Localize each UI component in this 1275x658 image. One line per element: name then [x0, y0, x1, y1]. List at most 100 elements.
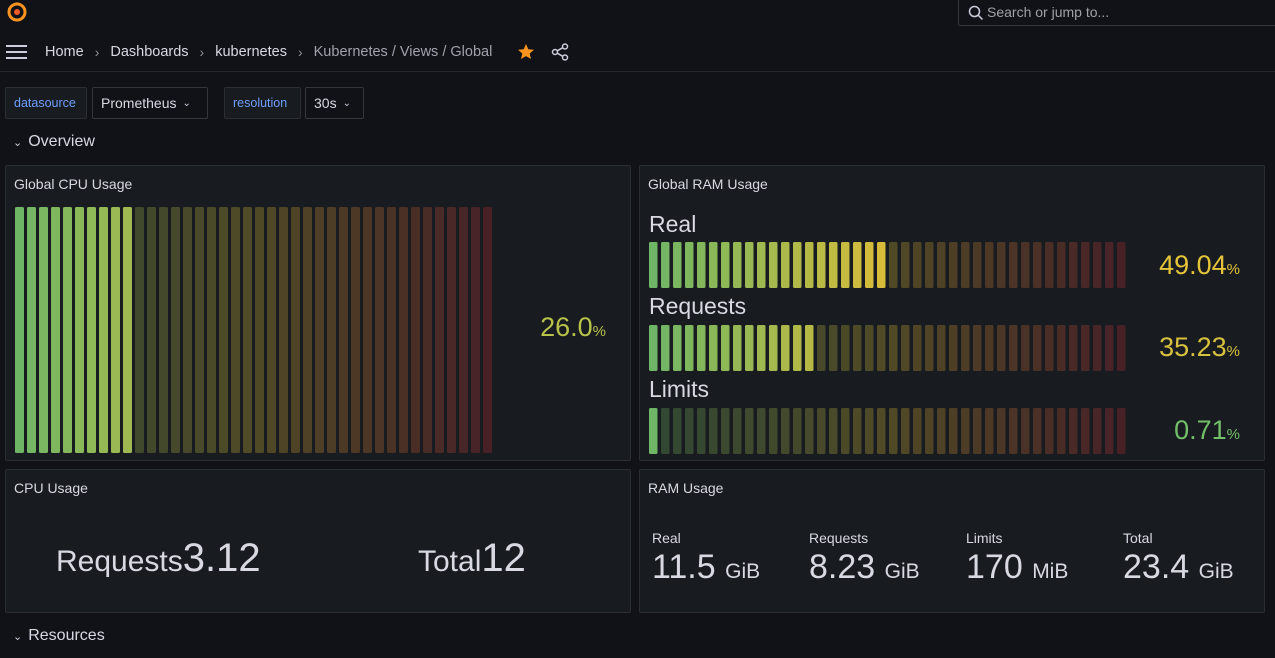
ram-gauge-1-cell [673, 325, 682, 371]
search-input[interactable] [987, 2, 1267, 22]
ram-gauge-1-cell [925, 325, 934, 371]
grafana-logo-icon[interactable] [4, 0, 30, 24]
ram-gauge-1-cell [757, 325, 766, 371]
chevron-down-icon: ⌄ [13, 136, 23, 149]
row-resources[interactable]: ⌄ Resources [13, 627, 105, 645]
resolution-select[interactable]: 30s ⌄ [305, 87, 364, 119]
cpu-gauge-value-unit: % [592, 323, 606, 340]
row-resources-title: Resources [28, 627, 105, 644]
ram-gauge-2-cell [1045, 408, 1054, 454]
cpu-gauge-cell [303, 207, 312, 453]
ram-requests-stat: Requests 8.23 GiB [809, 530, 920, 587]
cpu-gauge-cell [459, 207, 468, 453]
cpu-gauge-cell [243, 207, 252, 453]
star-icon[interactable] [516, 42, 536, 62]
ram-gauge-2-cell [661, 408, 670, 454]
cpu-gauge-cell [387, 207, 396, 453]
panel-cpu-usage[interactable]: CPU Usage Requests 3.12 Total 12 [5, 469, 631, 613]
ram-limits-stat-value: 170 MiB [966, 548, 1068, 587]
cpu-gauge-cell [183, 207, 192, 453]
cpu-gauge-cell [195, 207, 204, 453]
cpu-requests-stat-value: 3.12 [182, 536, 261, 580]
ram-total-stat-number: 23.4 [1123, 548, 1190, 586]
panel-title: Global RAM Usage [648, 176, 768, 192]
cpu-total-stat: Total 12 [418, 536, 526, 581]
cpu-gauge-cell [135, 207, 144, 453]
panel-ram-usage[interactable]: RAM Usage Real 11.5 GiB Requests 8.23 Gi… [639, 469, 1265, 613]
ram-gauge-2-cell [709, 408, 718, 454]
ram-gauge-1-cell [1033, 325, 1042, 371]
ram-gauge-2-cell [1069, 408, 1078, 454]
ram-gauge-1-cell [961, 325, 970, 371]
ram-gauge-0-cell [1069, 242, 1078, 288]
ram-gauge-1-cell [649, 325, 658, 371]
cpu-gauge-cell [147, 207, 156, 453]
cpu-gauge-cell [315, 207, 324, 453]
ram-gauge-0-cell [757, 242, 766, 288]
cpu-gauge-cell [75, 207, 84, 453]
ram-gauge-1-cell [913, 325, 922, 371]
search-box[interactable] [958, 0, 1275, 26]
ram-gauge-0-cell [1009, 242, 1018, 288]
ram-gauge-2-cell [1081, 408, 1090, 454]
ram-requests-value-number: 35.23 [1159, 332, 1227, 362]
cpu-gauge-cell [231, 207, 240, 453]
ram-gauge-0-cell [829, 242, 838, 288]
breadcrumb-separator: › [297, 44, 303, 60]
share-icon[interactable] [550, 42, 570, 62]
cpu-requests-stat: Requests 3.12 [56, 536, 261, 581]
breadcrumb-folder[interactable]: kubernetes [215, 44, 287, 60]
ram-limits-label: Limits [649, 376, 710, 402]
ram-gauge-1-cell [781, 325, 790, 371]
search-icon [968, 5, 984, 21]
datasource-select[interactable]: Prometheus ⌄ [92, 87, 208, 119]
panel-global-ram-usage[interactable]: Global RAM Usage Real 49.04% Requests 35… [639, 165, 1265, 461]
hamburger-menu-icon[interactable] [6, 43, 28, 61]
ram-gauge-2-cell [673, 408, 682, 454]
cpu-total-stat-value: 12 [481, 536, 526, 580]
ram-gauge-2-cell [877, 408, 886, 454]
ram-gauge-0-cell [781, 242, 790, 288]
ram-gauge-1-cell [937, 325, 946, 371]
ram-gauge-2-cell [913, 408, 922, 454]
ram-gauge-1-cell [901, 325, 910, 371]
ram-gauge-0-cell [745, 242, 754, 288]
cpu-gauge-cell [159, 207, 168, 453]
ram-gauge-1-cell [685, 325, 694, 371]
cpu-gauge-cell [447, 207, 456, 453]
ram-gauge-0-cell [1057, 242, 1066, 288]
row-overview[interactable]: ⌄ Overview [13, 133, 95, 151]
ram-gauge-1-cell [697, 325, 706, 371]
ram-gauge-0-cell [793, 242, 802, 288]
ram-gauge-2-cell [937, 408, 946, 454]
cpu-gauge-cell [207, 207, 216, 453]
chevron-down-icon: ⌄ [342, 97, 351, 109]
resolution-select-value: 30s [314, 95, 337, 111]
cpu-gauge-cell [27, 207, 36, 453]
ram-total-stat-value: 23.4 GiB [1123, 548, 1234, 587]
ram-gauge-1-cell [709, 325, 718, 371]
ram-real-stat-unit: GiB [725, 560, 761, 583]
ram-total-stat-label: Total [1123, 530, 1153, 546]
cpu-gauge-cell [351, 207, 360, 453]
cpu-gauge-cell [411, 207, 420, 453]
ram-gauge-0-cell [1105, 242, 1114, 288]
ram-gauge-0-cell [649, 242, 658, 288]
ram-gauge-2-cell [841, 408, 850, 454]
panel-global-cpu-usage[interactable]: Global CPU Usage 26.0% [5, 165, 631, 461]
ram-gauge-1-cell [1105, 325, 1114, 371]
ram-gauge-2-cell [997, 408, 1006, 454]
cpu-gauge-cell [63, 207, 72, 453]
ram-gauge-2-cell [985, 408, 994, 454]
breadcrumb-dashboards[interactable]: Dashboards [110, 44, 188, 60]
top-bar [0, 0, 1275, 26]
ram-gauge-0-cell [709, 242, 718, 288]
ram-gauge-2-cell [649, 408, 658, 454]
cpu-gauge-cell [267, 207, 276, 453]
cpu-gauge-cell [399, 207, 408, 453]
cpu-gauge-cell [435, 207, 444, 453]
ram-gauge-0-cell [997, 242, 1006, 288]
ram-gauge-2-cell [745, 408, 754, 454]
breadcrumb-home[interactable]: Home [45, 44, 84, 60]
ram-gauge-2-cell [781, 408, 790, 454]
